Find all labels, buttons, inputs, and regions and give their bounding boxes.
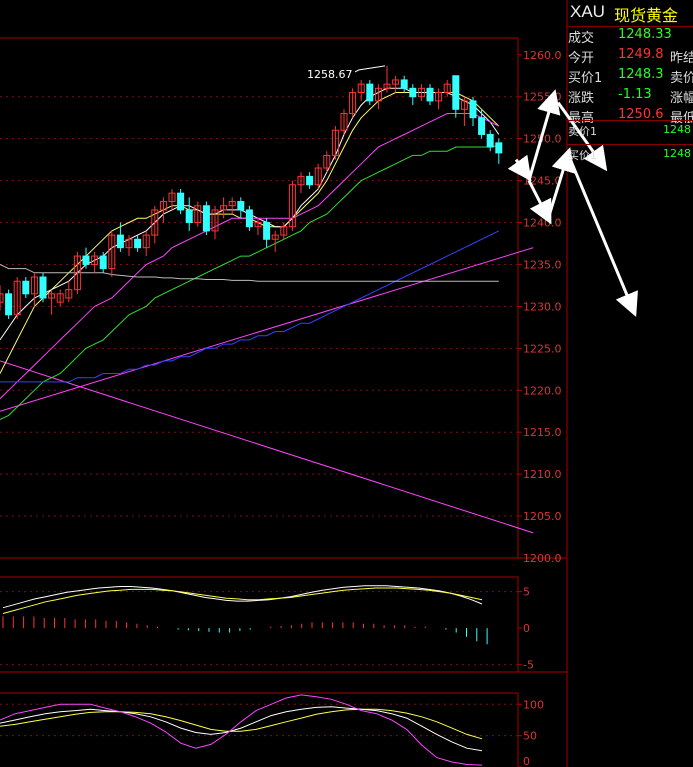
price-tick-label: 1255.0 <box>523 91 562 104</box>
candle-body <box>426 87 434 102</box>
candle-body <box>400 79 408 89</box>
macd-tick-label: 0 <box>523 622 530 635</box>
candle-body <box>99 255 107 270</box>
quote-panel: XAU 现货黄金 成交 1248.33 今开 1249.8 昨结 买价1 1248.3 卖价涨… <box>567 0 693 767</box>
candle-body <box>469 100 477 119</box>
price-tick-label: 1220.0 <box>523 384 562 397</box>
macd-tick-label: 5 <box>523 586 530 599</box>
orderbook-label: 卖价1 <box>568 125 597 138</box>
quote-value: -1.13 <box>618 87 652 102</box>
candle-body <box>134 238 142 249</box>
quote-label-secondary: 卖价 <box>670 71 693 86</box>
candle-body <box>366 83 374 102</box>
candle-body <box>237 201 245 211</box>
candle-body <box>116 234 124 249</box>
candle-body <box>5 293 13 316</box>
symbol-name: 现货黄金 <box>614 6 679 25</box>
candle-body <box>306 175 314 186</box>
high-annotation: 1258.67 <box>307 65 386 81</box>
moving-average-lines <box>0 87 500 421</box>
orderbook-value: 1248 <box>663 147 691 160</box>
quote-value: 1248.3 <box>618 67 664 82</box>
price-tick-label: 1240.0 <box>523 217 562 230</box>
symbol-code: XAU <box>570 2 605 21</box>
kdj-panel: 100 50 0 <box>0 692 544 767</box>
candle-body <box>409 87 417 98</box>
ma-line <box>0 92 500 374</box>
quote-row: 成交 1248.33 <box>567 26 693 46</box>
quote-row: 涨跌 -1.13 涨幅 <box>567 86 693 106</box>
quote-label: 成交 <box>568 31 595 46</box>
trend-line <box>0 360 534 534</box>
price-tick-label: 1215.0 <box>523 426 562 439</box>
candle-body <box>452 75 460 110</box>
orderbook-value: 1248 <box>663 123 691 136</box>
candle-body <box>245 209 253 228</box>
macd-tick-label: -5 <box>523 659 534 672</box>
price-tick-label: 1205.0 <box>523 510 562 523</box>
candle-body <box>82 255 90 265</box>
high-annotation-leader <box>354 65 386 73</box>
candle-body <box>478 117 486 135</box>
quote-row: 今开 1249.8 昨结 <box>567 46 693 66</box>
price-tick-label: 1260.0 <box>523 49 562 62</box>
price-tick-label: 1200.0 <box>523 552 562 565</box>
quote-row: 买价1 1248.3 卖价 <box>567 66 693 86</box>
quote-header: XAU 现货黄金 <box>567 0 693 27</box>
candle-body <box>263 222 271 240</box>
kdj-tick-label: 100 <box>523 698 544 711</box>
quote-value: 1249.8 <box>618 47 664 62</box>
kdj-d-line <box>0 708 483 740</box>
high-annotation-label: 1258.67 <box>307 68 353 81</box>
kdj-j-line <box>0 694 483 766</box>
quote-label: 涨跌 <box>568 91 595 106</box>
candle-body <box>39 276 47 299</box>
quote-label: 今开 <box>568 51 595 66</box>
price-tick-label: 1210.0 <box>523 468 562 481</box>
price-axis: 1260.01255.01250.01245.01240.01235.01230… <box>518 49 562 565</box>
orderbook-label: 买价1 <box>568 149 597 162</box>
candle-body <box>177 192 185 211</box>
price-tick-label: 1235.0 <box>523 258 562 271</box>
quote-label-secondary: 昨结 <box>670 51 693 66</box>
candle-body <box>486 133 494 148</box>
orderbook-row: 买价1 1248 <box>567 144 693 163</box>
quote-value: 1248.33 <box>618 27 672 42</box>
candle-body <box>495 142 503 154</box>
candle-body <box>185 209 193 224</box>
quote-label: 买价1 <box>568 71 603 86</box>
candle-body <box>202 205 210 232</box>
price-tick-label: 1225.0 <box>523 342 562 355</box>
candle-body <box>22 280 30 295</box>
quote-label-secondary: 涨幅 <box>670 91 693 106</box>
orderbook-row: 卖价1 1248 <box>567 120 693 139</box>
macd-panel: 5 0 -5 <box>0 576 567 673</box>
main-grid <box>0 96 518 517</box>
kdj-tick-label: 50 <box>523 730 537 743</box>
kdj-tick-label: 0 <box>523 755 530 767</box>
price-tick-label: 1230.0 <box>523 300 562 313</box>
